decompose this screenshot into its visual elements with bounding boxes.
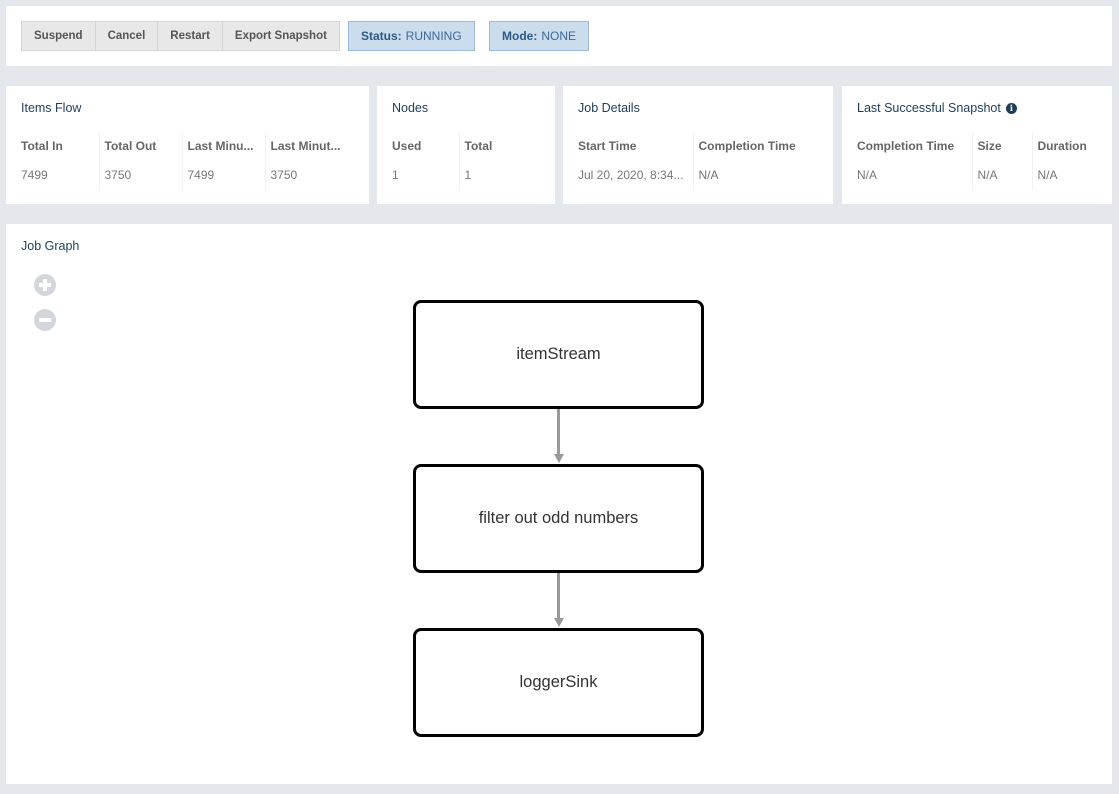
- items-flow-table: Total In Total Out Last Minu... Last Min…: [16, 132, 348, 190]
- job-actions-button-group: Suspend Cancel Restart Export Snapshot: [21, 21, 340, 51]
- start-time-value: Jul 20, 2020, 8:34...: [573, 160, 694, 190]
- total-out-value: 3750: [99, 160, 183, 190]
- column-header: Total Out: [99, 132, 183, 160]
- completion-time-value: N/A: [698, 168, 719, 182]
- table-row: 1 1: [387, 160, 531, 190]
- snapshot-size-value: N/A: [972, 160, 1033, 190]
- table-header-row: Start Time Completion Time: [573, 132, 813, 160]
- column-header: Used: [387, 132, 460, 160]
- total-in-value: 7499: [16, 160, 100, 190]
- job-graph-title: Job Graph: [21, 239, 80, 253]
- cancel-button[interactable]: Cancel: [94, 21, 159, 51]
- job-details-title: Job Details: [578, 101, 640, 115]
- zoom-in-icon[interactable]: [34, 274, 56, 296]
- items-flow-title: Items Flow: [21, 101, 82, 115]
- job-details-table: Start Time Completion Time Jul 20, 2020,…: [573, 132, 813, 190]
- column-header: Last Minut...: [270, 139, 341, 153]
- zoom-out-icon[interactable]: [34, 309, 56, 331]
- nodes-total-value: 1: [464, 168, 472, 182]
- graph-edge: [557, 409, 560, 454]
- info-icon[interactable]: i: [1005, 102, 1017, 114]
- mode-badge: Mode: NONE: [489, 21, 589, 51]
- export-snapshot-button[interactable]: Export Snapshot: [221, 21, 340, 51]
- arrowhead-icon: [553, 454, 564, 463]
- items-flow-card: Items Flow Total In Total Out Last Minu.…: [6, 86, 369, 204]
- nodes-card: Nodes Used Total 1 1: [377, 86, 555, 204]
- snapshot-completion-time-value: N/A: [852, 160, 973, 190]
- table-row: Jul 20, 2020, 8:34... N/A: [573, 160, 813, 190]
- column-header: Total: [464, 139, 493, 153]
- graph-vertex-logger-sink[interactable]: loggerSink: [413, 628, 704, 737]
- suspend-button[interactable]: Suspend: [21, 21, 96, 51]
- column-header: Completion Time: [698, 139, 796, 153]
- graph-vertex-item-stream[interactable]: itemStream: [413, 300, 704, 409]
- restart-button[interactable]: Restart: [157, 21, 223, 51]
- status-value: RUNNING: [405, 29, 462, 43]
- status-badge: Status: RUNNING: [348, 21, 475, 51]
- table-row: 7499 3750 7499 3750: [16, 160, 348, 190]
- last-minute-in-value: 7499: [182, 160, 266, 190]
- table-header-row: Total In Total Out Last Minu... Last Min…: [16, 132, 348, 160]
- mode-label: Mode:: [502, 29, 538, 43]
- column-header: Start Time: [573, 132, 694, 160]
- arrowhead-icon: [553, 618, 564, 627]
- last-snapshot-title-wrap: Last Successful Snapshot i: [857, 101, 1017, 115]
- column-header: Size: [972, 132, 1033, 160]
- table-header-row: Completion Time Size Duration: [852, 132, 1102, 160]
- job-details-card: Job Details Start Time Completion Time J…: [563, 86, 833, 204]
- column-header: Duration: [1037, 139, 1087, 153]
- last-snapshot-card: Last Successful Snapshot i Completion Ti…: [842, 86, 1112, 204]
- nodes-title: Nodes: [392, 101, 429, 115]
- column-header: Completion Time: [852, 132, 973, 160]
- column-header: Total In: [16, 132, 100, 160]
- status-label: Status:: [361, 29, 402, 43]
- snapshot-duration-value: N/A: [1037, 168, 1058, 182]
- table-row: N/A N/A N/A: [852, 160, 1102, 190]
- column-header: Last Minu...: [182, 132, 266, 160]
- nodes-table: Used Total 1 1: [387, 132, 531, 190]
- graph-vertex-filter[interactable]: filter out odd numbers: [413, 464, 704, 573]
- last-snapshot-table: Completion Time Size Duration N/A N/A N/…: [852, 132, 1102, 190]
- last-minute-out-value: 3750: [270, 168, 298, 182]
- job-graph-panel: Job Graph itemStream filter out odd numb…: [6, 224, 1112, 784]
- last-snapshot-title: Last Successful Snapshot: [857, 101, 1001, 115]
- mode-value: NONE: [541, 29, 576, 43]
- graph-edge: [557, 573, 560, 618]
- table-header-row: Used Total: [387, 132, 531, 160]
- job-toolbar: Suspend Cancel Restart Export Snapshot S…: [6, 6, 1112, 66]
- nodes-used-value: 1: [387, 160, 460, 190]
